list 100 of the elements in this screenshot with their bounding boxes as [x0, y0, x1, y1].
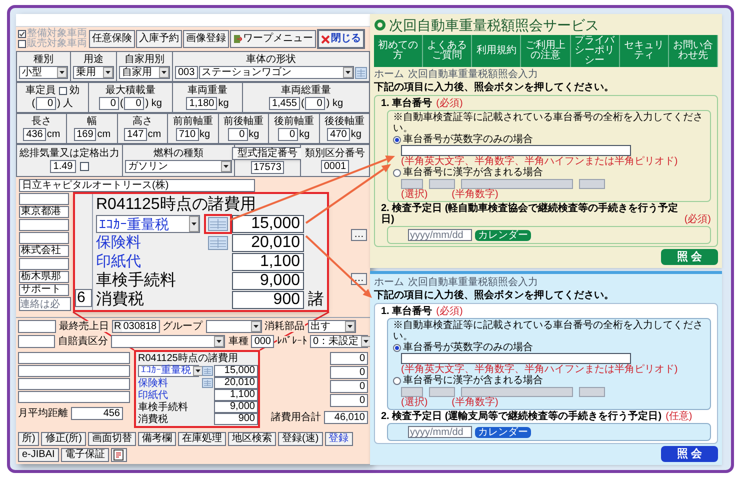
- input-field[interactable]: [579, 178, 605, 188]
- nav-link[interactable]: よくあるご質問: [423, 35, 472, 67]
- nav-link[interactable]: プライバシーポリシー: [570, 35, 620, 67]
- input-field[interactable]: 日立キャピタルオートリース(株): [19, 179, 255, 192]
- input-field[interactable]: [19, 258, 69, 270]
- nav-link[interactable]: 初めての方: [374, 35, 424, 67]
- dropdown[interactable]: 乗用: [73, 66, 114, 79]
- action-button[interactable]: 画面切替: [88, 432, 136, 446]
- input-field[interactable]: 1.49: [50, 160, 76, 173]
- caret-icon[interactable]: [189, 216, 199, 232]
- input-field[interactable]: [429, 178, 455, 188]
- text-input[interactable]: [401, 145, 631, 156]
- input-field[interactable]: [429, 386, 455, 396]
- input-field[interactable]: 0: [305, 97, 326, 110]
- caret-icon[interactable]: [221, 161, 231, 172]
- submit-button[interactable]: 照 会: [660, 249, 718, 265]
- grid-icon[interactable]: [208, 236, 228, 250]
- nav-link[interactable]: 利用規約: [472, 35, 522, 67]
- checkbox[interactable]: [18, 30, 26, 38]
- input-field[interactable]: 1,180: [186, 97, 218, 110]
- radio-button[interactable]: [393, 168, 401, 176]
- input-field[interactable]: [579, 386, 605, 396]
- input-field[interactable]: [18, 320, 56, 333]
- breadcrumb-link[interactable]: ホーム: [374, 277, 404, 288]
- input-field[interactable]: 436: [23, 128, 46, 141]
- input-field[interactable]: 20,010: [232, 234, 304, 252]
- dropdown[interactable]: [206, 320, 262, 333]
- input-field[interactable]: 0: [124, 97, 144, 110]
- input-field[interactable]: [19, 193, 69, 205]
- input-field[interactable]: [18, 391, 130, 403]
- input-field[interactable]: [19, 219, 69, 231]
- input-field[interactable]: 0001: [320, 160, 350, 173]
- input-field[interactable]: [18, 378, 130, 390]
- input-field[interactable]: [18, 365, 130, 377]
- input-field[interactable]: 17573: [250, 161, 284, 174]
- dropdown[interactable]: 出す: [308, 320, 356, 333]
- input-field[interactable]: 0: [98, 97, 119, 110]
- checkbox[interactable]: [58, 86, 66, 94]
- input-field[interactable]: 169: [74, 128, 96, 141]
- caret-icon[interactable]: [344, 321, 355, 332]
- input-field[interactable]: 連絡は必: [19, 297, 71, 311]
- checkbox[interactable]: [80, 162, 89, 171]
- input-field[interactable]: 456: [71, 407, 123, 420]
- input-field[interactable]: 9,000: [232, 272, 304, 290]
- caret-icon[interactable]: [57, 67, 67, 78]
- document-button[interactable]: [110, 448, 127, 462]
- input-field[interactable]: [18, 335, 55, 348]
- input-field[interactable]: 0: [330, 394, 368, 407]
- input-field[interactable]: 15,000: [214, 365, 258, 377]
- input-field[interactable]: 710: [176, 128, 199, 141]
- input-field[interactable]: [461, 178, 573, 188]
- calendar-button[interactable]: カレンダー: [475, 426, 531, 438]
- input-field[interactable]: 0: [228, 128, 248, 141]
- dropdown[interactable]: ガソリン: [125, 160, 232, 173]
- nav-link[interactable]: セキュリティ: [620, 35, 669, 67]
- fee-link[interactable]: 保険料: [138, 378, 200, 388]
- radio-button[interactable]: [393, 136, 401, 144]
- input-field[interactable]: 000: [251, 335, 274, 348]
- input-field[interactable]: 栃木県那: [19, 271, 69, 283]
- input-field[interactable]: [19, 232, 69, 244]
- action-button[interactable]: 所): [18, 432, 40, 446]
- fee-link[interactable]: 印紙代: [96, 253, 204, 270]
- action-button[interactable]: 地区検索: [228, 432, 276, 446]
- action-button[interactable]: e-JIBAI: [18, 448, 59, 462]
- checkbox[interactable]: [18, 40, 26, 48]
- action-button[interactable]: 電子保証: [60, 448, 109, 462]
- input-field[interactable]: 9,000: [214, 401, 258, 413]
- dropdown[interactable]: 小型: [19, 66, 68, 79]
- input-field[interactable]: 15,000: [232, 215, 304, 233]
- toolbar-button[interactable]: ワープメニュー: [230, 30, 316, 48]
- dropdown[interactable]: [110, 335, 226, 348]
- input-field[interactable]: 003: [175, 66, 198, 79]
- input-field[interactable]: 0: [278, 128, 298, 141]
- input-field[interactable]: 0: [330, 366, 368, 379]
- action-button[interactable]: 在庫処理: [178, 432, 226, 446]
- input-field[interactable]: 6: [75, 289, 92, 307]
- caret-icon[interactable]: [103, 67, 113, 78]
- input-field[interactable]: 470: [327, 128, 350, 141]
- label-button[interactable]: 型式指定番号: [232, 147, 304, 160]
- toolbar-button[interactable]: 任意保険: [89, 30, 135, 48]
- input-field[interactable]: 東京都港: [19, 206, 69, 218]
- caret-icon[interactable]: [193, 366, 203, 376]
- action-button[interactable]: 登録(速): [278, 432, 323, 446]
- input-field[interactable]: 0: [330, 380, 368, 393]
- input-field[interactable]: 1,100: [214, 389, 258, 401]
- toolbar-button[interactable]: 画像登録: [183, 30, 229, 48]
- dropdown[interactable]: 自家用: [119, 66, 170, 79]
- input-field[interactable]: 1,100: [232, 252, 304, 270]
- date-field[interactable]: R 030818: [112, 320, 160, 333]
- dropdown[interactable]: 0：未設定: [310, 335, 368, 348]
- input-field[interactable]: [461, 386, 573, 396]
- input-field[interactable]: 147: [124, 128, 147, 141]
- input-field[interactable]: 900: [232, 290, 304, 308]
- dropdown[interactable]: ｴｺｶｰ重量税: [96, 215, 200, 233]
- caret-icon[interactable]: [360, 336, 371, 347]
- action-button[interactable]: 修正(所): [41, 432, 86, 446]
- calendar-button[interactable]: カレンダー: [475, 230, 531, 240]
- date-input[interactable]: yyyy/mm/dd: [408, 426, 472, 438]
- action-button[interactable]: 登録: [324, 432, 353, 446]
- nav-link[interactable]: ご利用上の注意: [521, 35, 571, 67]
